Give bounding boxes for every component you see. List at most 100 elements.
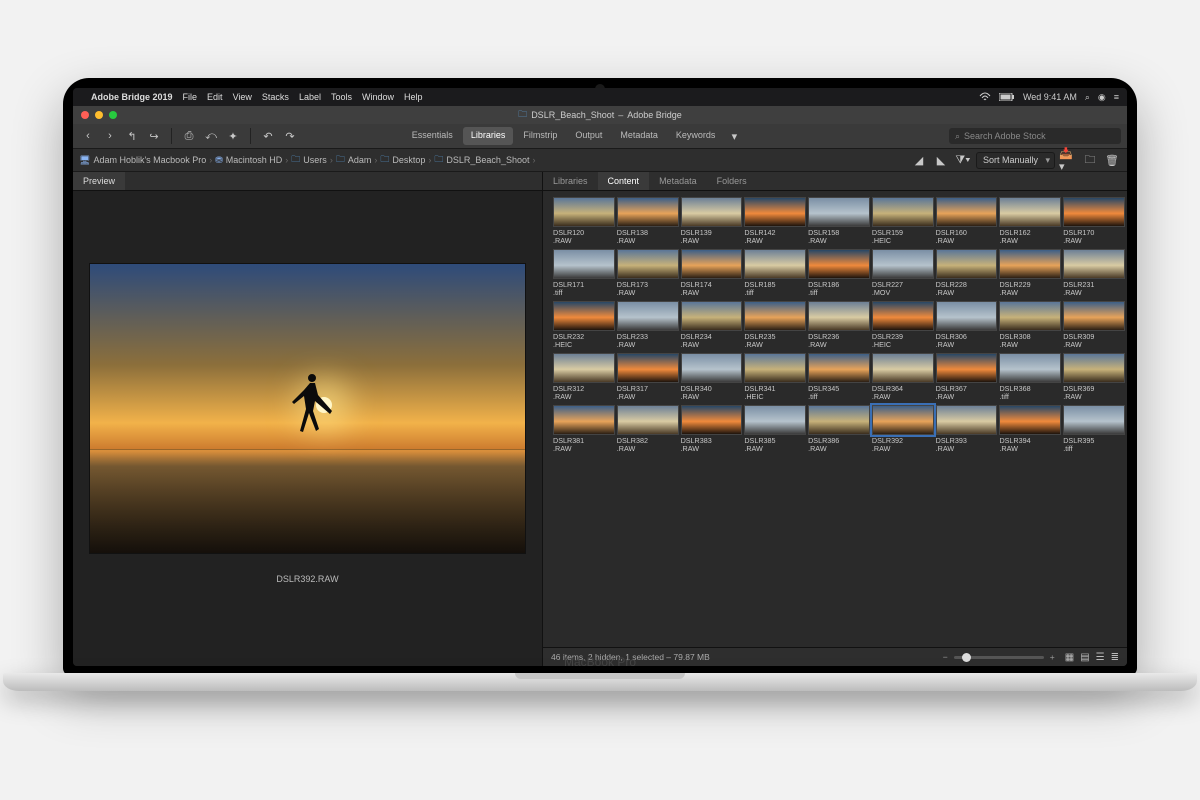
thumbnail-item[interactable]: DSLR120.RAW — [553, 197, 613, 245]
new-folder-icon[interactable]: 🗀 — [1081, 151, 1099, 169]
thumbnail-image[interactable] — [744, 301, 806, 331]
thumbnail-image[interactable] — [872, 405, 934, 435]
preview-area[interactable]: DSLR392.RAW — [73, 191, 542, 666]
thumbnail-item[interactable]: DSLR395.tiff — [1063, 405, 1123, 453]
thumbnail-item[interactable]: DSLR160.RAW — [936, 197, 996, 245]
thumbnail-image[interactable] — [617, 301, 679, 331]
thumbnail-image[interactable] — [617, 353, 679, 383]
tab-libraries[interactable]: Libraries — [543, 172, 598, 190]
thumbnail-item[interactable]: DSLR234.RAW — [681, 301, 741, 349]
thumbnail-image[interactable] — [999, 249, 1061, 279]
thumbnail-image[interactable] — [744, 197, 806, 227]
thumbnail-image[interactable] — [617, 249, 679, 279]
thumbnail-item[interactable]: DSLR229.RAW — [999, 249, 1059, 297]
close-button[interactable] — [81, 111, 89, 119]
thumbnail-image[interactable] — [553, 197, 615, 227]
thumbnail-item[interactable]: DSLR173.RAW — [617, 249, 677, 297]
thumbnail-image[interactable] — [936, 249, 998, 279]
thumbnail-scroll[interactable]: DSLR120.RAWDSLR138.RAWDSLR139.RAWDSLR142… — [543, 191, 1127, 647]
thumbnail-item[interactable]: DSLR369.RAW — [1063, 353, 1123, 401]
thumbnail-item[interactable]: DSLR159.HEIC — [872, 197, 932, 245]
search-input[interactable]: ⌕ Search Adobe Stock — [949, 128, 1121, 144]
thumbnail-item[interactable]: DSLR392.RAW — [872, 405, 932, 453]
siri-icon[interactable]: ◉ — [1098, 92, 1106, 103]
tab-content[interactable]: Content — [598, 172, 650, 190]
workspace-keywords[interactable]: Keywords — [668, 127, 724, 145]
workspace-filmstrip[interactable]: Filmstrip — [515, 127, 565, 145]
thumbnail-image[interactable] — [1063, 301, 1125, 331]
menubar-clock[interactable]: Wed 9:41 AM — [1023, 92, 1077, 102]
thumbnail-image[interactable] — [744, 249, 806, 279]
thumbnail-item[interactable]: DSLR306.RAW — [936, 301, 996, 349]
thumbnail-image[interactable] — [872, 249, 934, 279]
thumbnail-image[interactable] — [744, 353, 806, 383]
workspace-more-button[interactable]: ▾ — [725, 127, 743, 145]
thumbnail-item[interactable]: DSLR227.MOV — [872, 249, 932, 297]
thumbnail-image[interactable] — [617, 405, 679, 435]
thumbnail-image[interactable] — [936, 197, 998, 227]
preview-image[interactable] — [89, 263, 526, 555]
thumbnail-item[interactable]: DSLR383.RAW — [681, 405, 741, 453]
thumbnail-image[interactable] — [1063, 353, 1125, 383]
thumbnail-item[interactable]: DSLR385.RAW — [744, 405, 804, 453]
thumbnail-image[interactable] — [744, 405, 806, 435]
thumbnail-image[interactable] — [681, 301, 743, 331]
battery-icon[interactable] — [999, 93, 1015, 101]
filter-icon[interactable]: ⧩▾ — [954, 151, 972, 169]
minimize-button[interactable] — [95, 111, 103, 119]
thumbnail-image[interactable] — [936, 405, 998, 435]
refine-icon[interactable]: ✦ — [224, 127, 242, 145]
thumbnail-image[interactable] — [872, 197, 934, 227]
thumbnail-item[interactable]: DSLR235.RAW — [744, 301, 804, 349]
thumbnail-image[interactable] — [681, 197, 743, 227]
thumbnail-item[interactable]: DSLR386.RAW — [808, 405, 868, 453]
thumbnail-image[interactable] — [617, 197, 679, 227]
menu-help[interactable]: Help — [404, 92, 423, 102]
rotate-ccw-button[interactable]: ↶ — [259, 127, 277, 145]
thumbnail-item[interactable]: DSLR364.RAW — [872, 353, 932, 401]
reveal-recent-button[interactable]: ↪ — [145, 127, 163, 145]
workspace-output[interactable]: Output — [567, 127, 610, 145]
nav-up-button[interactable]: ↰ — [123, 127, 141, 145]
thumbnail-item[interactable]: DSLR232.HEIC — [553, 301, 613, 349]
menu-edit[interactable]: Edit — [207, 92, 223, 102]
breadcrumb-seg-2[interactable]: Adam — [348, 155, 372, 165]
workspace-metadata[interactable]: Metadata — [612, 127, 666, 145]
thumbnail-item[interactable]: DSLR381.RAW — [553, 405, 613, 453]
thumbnail-item[interactable]: DSLR142.RAW — [744, 197, 804, 245]
breadcrumb-seg-0[interactable]: Macintosh HD — [226, 155, 283, 165]
thumbnail-item[interactable]: DSLR340.RAW — [681, 353, 741, 401]
breadcrumb-seg-1[interactable]: Users — [303, 155, 327, 165]
thumbnail-item[interactable]: DSLR393.RAW — [936, 405, 996, 453]
menu-stacks[interactable]: Stacks — [262, 92, 289, 102]
thumbnail-image[interactable] — [1063, 249, 1125, 279]
tab-metadata[interactable]: Metadata — [649, 172, 707, 190]
menu-view[interactable]: View — [233, 92, 252, 102]
tab-preview[interactable]: Preview — [73, 172, 125, 190]
window-titlebar[interactable]: 🗀 DSLR_Beach_Shoot – Adobe Bridge — [73, 106, 1127, 124]
thumbnail-image[interactable] — [808, 197, 870, 227]
boomerang-icon[interactable]: ⤺ — [202, 127, 220, 145]
thumbnail-item[interactable]: DSLR236.RAW — [808, 301, 868, 349]
thumbnail-image[interactable] — [808, 249, 870, 279]
breadcrumb-computer[interactable]: Adam Hoblik's Macbook Pro — [93, 155, 206, 165]
thumbnail-item[interactable]: DSLR174.RAW — [681, 249, 741, 297]
menu-label[interactable]: Label — [299, 92, 321, 102]
sort-desc-icon[interactable]: ◣ — [932, 151, 950, 169]
spotlight-icon[interactable]: ⌕ — [1085, 92, 1090, 103]
menu-file[interactable]: File — [183, 92, 198, 102]
thumbnail-image[interactable] — [1063, 197, 1125, 227]
thumbnail-image[interactable] — [553, 301, 615, 331]
breadcrumb-seg-3[interactable]: Desktop — [392, 155, 425, 165]
thumbnail-item[interactable]: DSLR345.tiff — [808, 353, 868, 401]
thumbnail-item[interactable]: DSLR185.tiff — [744, 249, 804, 297]
thumbnail-item[interactable]: DSLR138.RAW — [617, 197, 677, 245]
thumbnail-item[interactable]: DSLR186.tiff — [808, 249, 868, 297]
nav-forward-button[interactable]: › — [101, 127, 119, 145]
sort-dropdown[interactable]: Sort Manually — [976, 152, 1055, 169]
import-icon[interactable]: 📥▾ — [1059, 151, 1077, 169]
thumbnail-item[interactable]: DSLR233.RAW — [617, 301, 677, 349]
thumbnail-item[interactable]: DSLR309.RAW — [1063, 301, 1123, 349]
thumbnail-image[interactable] — [808, 353, 870, 383]
thumbnail-image[interactable] — [553, 405, 615, 435]
